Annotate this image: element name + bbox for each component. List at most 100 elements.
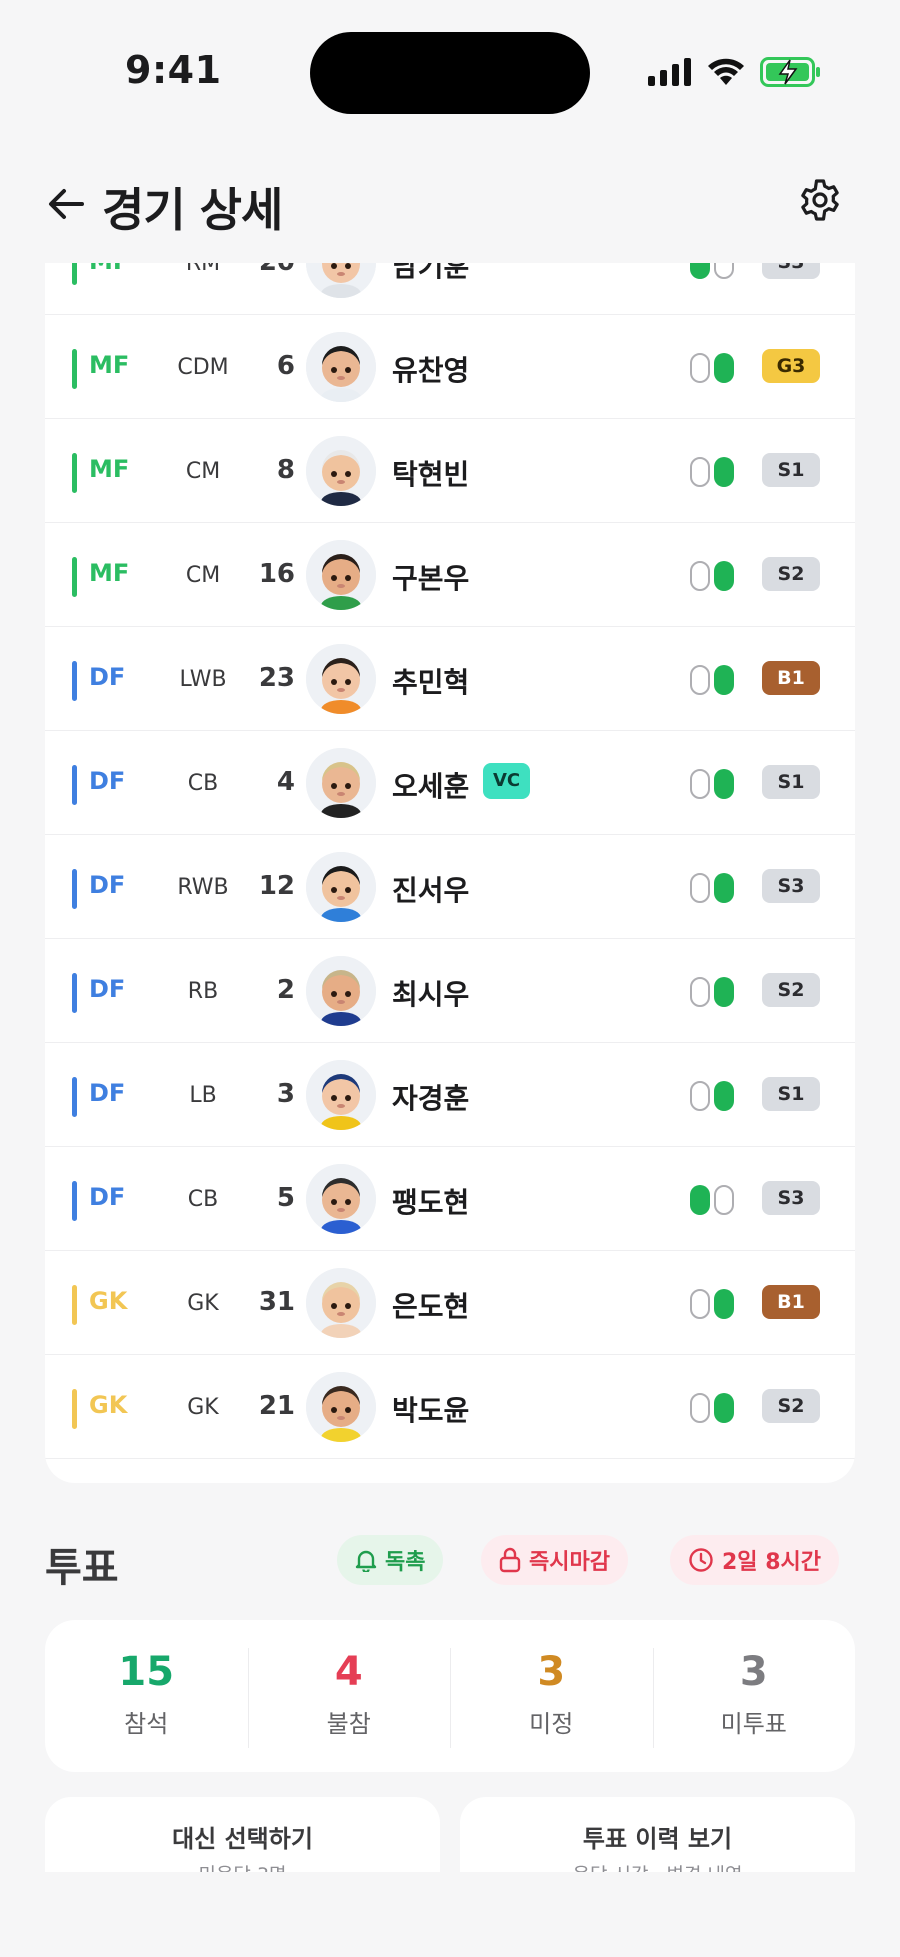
player-avatar-icon [306,1372,376,1442]
position-detail: RM [185,263,221,276]
player-name: 팽도현 [392,1186,470,1219]
stat-undecided[interactable]: 3 미정 [450,1620,653,1772]
deadline-chip[interactable]: 2일 8시간 [670,1535,839,1585]
position-color-bar [72,765,77,805]
vote-pill-left [690,1185,710,1215]
position-group: MF [89,455,130,483]
proxy-vote-button[interactable]: 대신 선택하기 미응답 3명 [45,1797,440,1872]
vote-pill-left [690,977,710,1007]
position-detail: CB [187,1187,219,1212]
position-group: DF [89,1183,126,1211]
vote-pill-right [714,1081,734,1111]
grade-badge: S3 [762,869,820,903]
gear-icon [801,179,839,221]
wifi-icon [708,58,744,85]
stat-label: 미투표 [720,1710,787,1738]
signal-icon [648,58,691,86]
stat-label: 미정 [529,1710,574,1738]
position-color-bar [72,973,77,1013]
grade-badge: S2 [762,973,820,1007]
position-color-bar [72,1389,77,1429]
battery-charging-icon [760,57,820,87]
vote-pill-right [714,769,734,799]
position-color-bar [72,263,77,285]
vote-pill-right [714,1289,734,1319]
vote-pill-left [690,353,710,383]
grade-badge: B1 [762,661,820,695]
dynamic-island [310,32,590,114]
avatar [306,956,376,1026]
player-row[interactable]: DF CB 5 팽도현 S3 [45,1147,855,1251]
avatar [306,1164,376,1234]
player-row[interactable]: DF RWB 12 진서우 S3 [45,835,855,939]
grade-badge: S3 [762,263,820,279]
player-row[interactable]: MF CM 8 탁현빈 S1 [45,419,855,523]
vote-indicator [690,457,734,487]
player-name: 은도현 [392,1290,470,1323]
close-vote-button[interactable]: 즉시마감 [481,1535,628,1585]
nudge-button[interactable]: 독촉 [337,1535,444,1585]
player-row[interactable]: GK GK 21 박도윤 S2 [45,1355,855,1459]
position-group: GK [89,1287,128,1315]
player-name: 추민혁 [392,666,470,699]
vote-pill-right [714,353,734,383]
stat-absent[interactable]: 4 불참 [247,1620,451,1772]
status-icons [648,52,822,92]
avatar [306,332,376,402]
settings-button[interactable] [796,176,844,224]
lock-icon [499,1547,521,1573]
player-row[interactable]: DF CB 4 오세훈 VC S1 [45,731,855,835]
back-button[interactable] [42,180,90,228]
player-avatar-icon [306,1060,376,1130]
stat-attend[interactable]: 15 참석 [45,1620,248,1772]
player-row[interactable]: MF CM 16 구본우 S2 [45,523,855,627]
vice-captain-badge: VC [483,763,531,799]
jersey-number: 20 [245,263,295,277]
player-avatar-icon [306,263,376,298]
jersey-number: 21 [258,1391,295,1421]
position-detail: CM [185,563,221,588]
player-row[interactable]: DF LB 3 자경훈 S1 [45,1043,855,1147]
vote-indicator [690,1393,734,1423]
player-row[interactable]: DF RB 2 최시우 S2 [45,939,855,1043]
player-name: 자경훈 [392,1082,470,1115]
grade-badge: B1 [762,1285,820,1319]
vote-history-button[interactable]: 투표 이력 보기 응답 시각 · 변경 내역 [460,1797,855,1872]
grade-badge: S2 [762,1389,820,1423]
vote-pill-left [690,665,710,695]
proxy-vote-title: 대신 선택하기 [172,1825,313,1853]
player-row[interactable]: GK GK 31 은도현 B1 [45,1251,855,1355]
position-group: MF [89,559,130,587]
position-detail: CB [187,771,219,796]
vote-pill-right [714,977,734,1007]
avatar [306,540,376,610]
jersey-number: 16 [258,559,295,589]
avatar [306,436,376,506]
status-time: 9:41 [125,48,222,92]
vote-pill-left [690,1081,710,1111]
vote-pill-right [714,263,734,279]
position-group: DF [89,1079,126,1107]
grade-badge: S3 [762,1181,820,1215]
vote-pill-right [714,873,734,903]
player-avatar-icon [306,956,376,1026]
stat-label: 불참 [326,1710,371,1738]
position-group: DF [89,975,126,1003]
stat-not-voted[interactable]: 3 미투표 [652,1620,856,1772]
stat-count: 15 [118,1649,175,1695]
top-nav-bar: 경기 상세 [0,160,900,250]
vote-stats-card: 15 참석 4 불참 3 미정 3 미투표 [45,1620,855,1772]
position-color-bar [72,869,77,909]
page-title: 경기 상세 [102,183,283,237]
player-row[interactable]: MF CDM 6 유찬영 G3 [45,315,855,419]
vote-indicator [690,1081,734,1111]
vote-pill-left [690,769,710,799]
position-detail: CDM [177,355,229,380]
avatar [306,644,376,714]
avatar [306,1372,376,1442]
player-avatar-icon [306,1164,376,1234]
player-row[interactable]: DF LWB 23 추민혁 B1 [45,627,855,731]
grade-badge: S1 [762,765,820,799]
status-bar: 9:41 [0,0,900,145]
player-row[interactable]: MF RM 20 남기훈 S3 [45,263,855,315]
